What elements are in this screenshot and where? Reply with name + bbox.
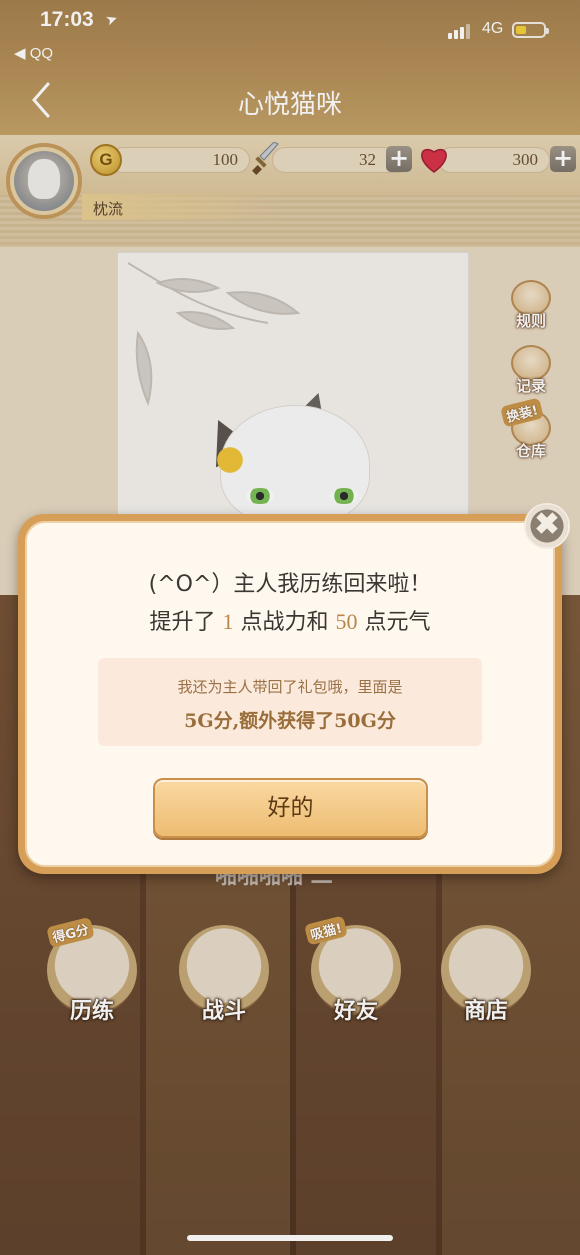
home-indicator[interactable] xyxy=(187,1235,393,1241)
line2-suffix: 点元气 xyxy=(364,610,431,635)
gift-text: 我还为主人带回了礼包哦，里面是 xyxy=(177,678,403,696)
close-button[interactable]: ✖ xyxy=(524,503,570,549)
line2-prefix: 提升了 xyxy=(149,610,216,635)
dialog-message-line2: 提升了 1 点战力和 50 点元气 xyxy=(0,604,580,636)
line2-mid: 点战力和 xyxy=(240,610,329,635)
vigor-gain: 50 xyxy=(335,609,358,634)
gift-reward: 5G分,额外获得了50G分 xyxy=(184,710,396,732)
power-gain: 1 xyxy=(222,609,234,634)
ok-button[interactable]: 好的 xyxy=(153,778,428,838)
dialog-message-line1: (^O^）主人我历练回来啦！ xyxy=(148,572,432,597)
